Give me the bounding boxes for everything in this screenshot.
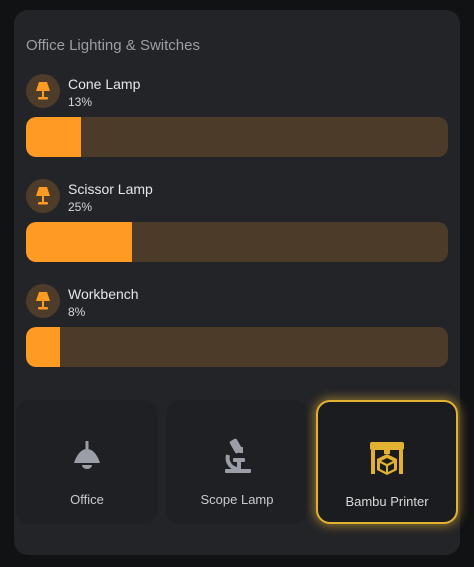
button-label: Bambu Printer	[345, 494, 429, 509]
entity-name: Cone Lamp	[68, 76, 141, 92]
entity-row-cone-lamp: Cone Lamp 13%	[26, 74, 448, 164]
button-label: Scope Lamp	[200, 492, 274, 507]
entity-value: 25%	[68, 200, 93, 214]
microscope-icon	[219, 436, 255, 476]
button-label: Office	[70, 492, 104, 507]
entity-name: Scissor Lamp	[68, 181, 153, 197]
slider-fill	[26, 117, 81, 157]
lamp-icon[interactable]	[26, 284, 60, 318]
entity-value: 8%	[68, 305, 86, 319]
scope-lamp-button[interactable]: Scope Lamp	[166, 400, 308, 524]
brightness-slider[interactable]	[26, 327, 448, 367]
card-title: Office Lighting & Switches	[26, 37, 200, 54]
brightness-slider[interactable]	[26, 117, 448, 157]
ceiling-light-icon	[70, 436, 104, 476]
entity-row-scissor-lamp: Scissor Lamp 25%	[26, 179, 448, 269]
entity-name: Workbench	[68, 286, 139, 302]
printer-3d-icon	[367, 438, 407, 478]
office-button[interactable]: Office	[16, 400, 158, 524]
lamp-icon[interactable]	[26, 179, 60, 213]
slider-fill	[26, 222, 132, 262]
lamp-icon[interactable]	[26, 74, 60, 108]
slider-fill	[26, 327, 60, 367]
bambu-printer-button[interactable]: Bambu Printer	[316, 400, 458, 524]
entity-row-workbench: Workbench 8%	[26, 284, 448, 374]
entity-value: 13%	[68, 95, 93, 109]
brightness-slider[interactable]	[26, 222, 448, 262]
